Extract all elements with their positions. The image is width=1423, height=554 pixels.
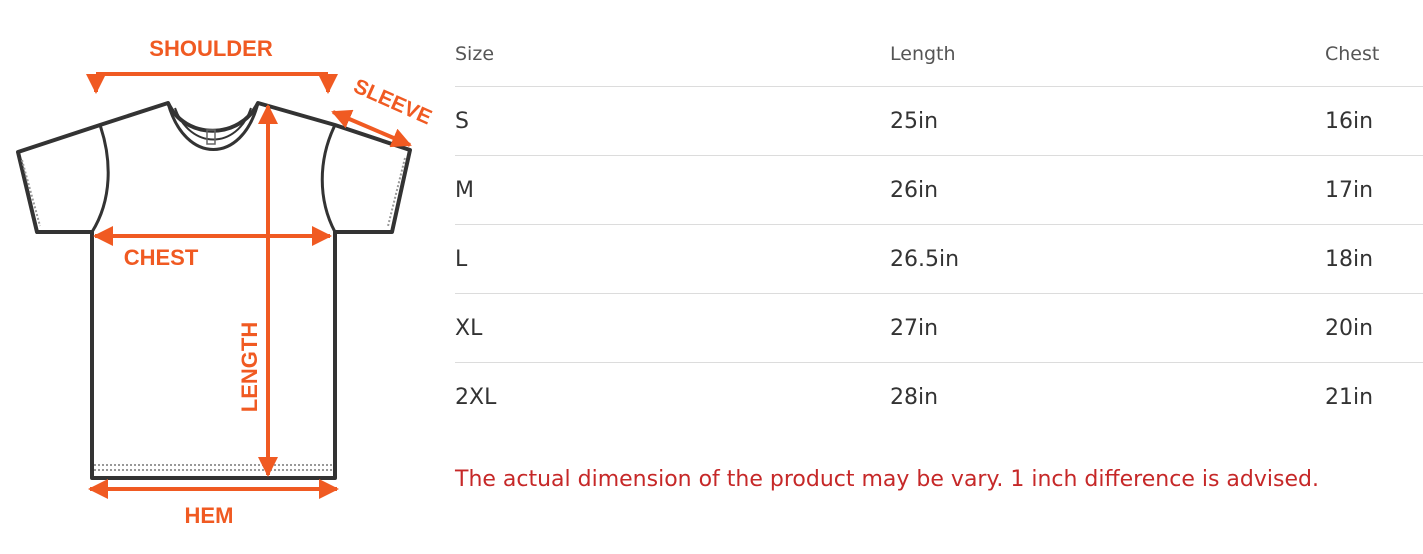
table-row: L 26.5in 18in: [455, 225, 1423, 294]
size-cell: M: [455, 177, 474, 203]
chest-cell: 16in: [1325, 108, 1374, 134]
size-cell: 2XL: [455, 384, 497, 410]
size-disclaimer-note: The actual dimension of the product may …: [455, 467, 1319, 492]
size-cell: S: [455, 108, 469, 134]
size-chart-table: Size Length Chest S 25in 16in M 26in 17i…: [455, 22, 1423, 431]
sleeve-label: SLEEVE: [350, 75, 435, 130]
table-row: XL 27in 20in: [455, 294, 1423, 363]
length-cell: 26.5in: [890, 246, 960, 272]
chest-cell: 18in: [1325, 246, 1374, 272]
tshirt-outline: [16, 101, 412, 480]
shoulder-arrow: [86, 72, 338, 94]
size-cell: XL: [455, 315, 483, 341]
chest-cell: 17in: [1325, 177, 1374, 203]
length-cell: 27in: [890, 315, 939, 341]
length-label: LENGTH: [237, 322, 262, 412]
table-header-row: Size Length Chest: [455, 22, 1423, 87]
table-row: S 25in 16in: [455, 87, 1423, 156]
chest-cell: 21in: [1325, 384, 1374, 410]
table-row: M 26in 17in: [455, 156, 1423, 225]
table-row: 2XL 28in 21in: [455, 363, 1423, 431]
length-cell: 26in: [890, 177, 939, 203]
chest-label: CHEST: [124, 245, 199, 270]
header-length: Length: [890, 43, 956, 65]
size-cell: L: [455, 246, 468, 272]
shoulder-label: SHOULDER: [149, 36, 273, 61]
length-cell: 25in: [890, 108, 939, 134]
hem-label: HEM: [185, 503, 234, 528]
tshirt-illustration: SHOULDER SLEEVE CHEST LENGTH HEM: [16, 36, 435, 528]
chest-cell: 20in: [1325, 315, 1374, 341]
tshirt-size-diagram: SHOULDER SLEEVE CHEST LENGTH HEM: [0, 0, 445, 550]
header-size: Size: [455, 43, 495, 65]
header-chest: Chest: [1325, 43, 1380, 65]
length-cell: 28in: [890, 384, 939, 410]
